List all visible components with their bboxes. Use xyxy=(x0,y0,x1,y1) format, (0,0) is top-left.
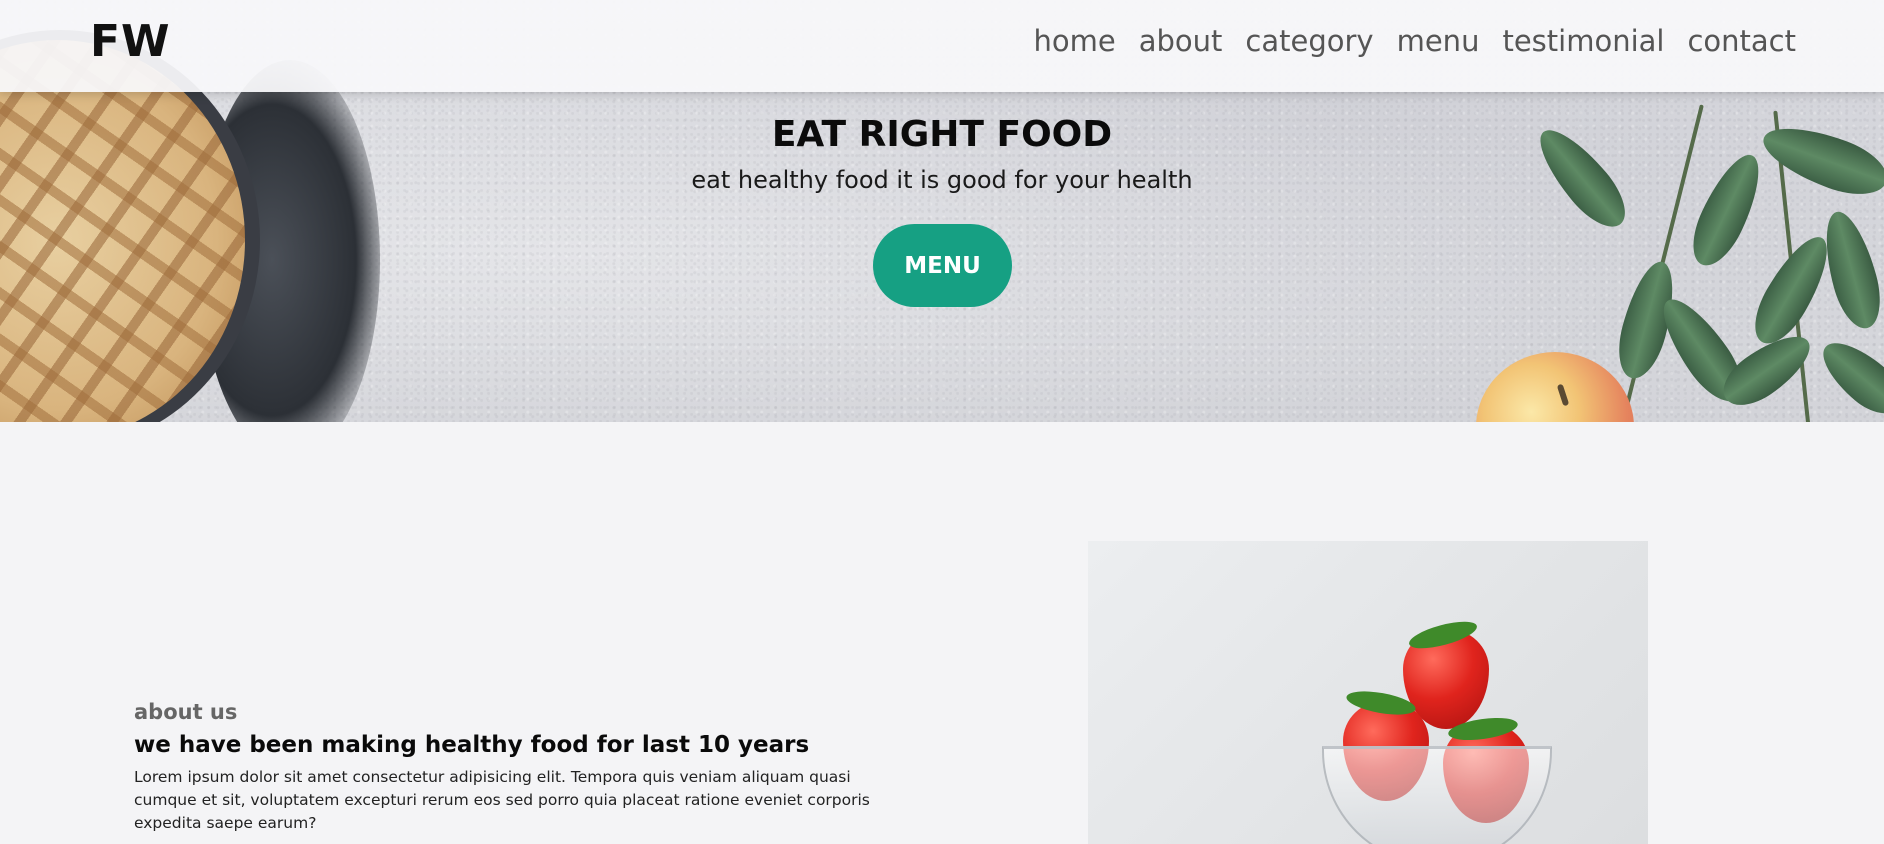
site-header: FW home about category menu testimonial … xyxy=(0,0,1884,92)
about-text: Lorem ipsum dolor sit amet consectetur a… xyxy=(134,768,870,832)
hero-title: EAT RIGHT FOOD xyxy=(771,114,1113,155)
nav-link-menu[interactable]: menu xyxy=(1397,24,1480,58)
nav-link-home[interactable]: home xyxy=(1034,24,1116,58)
about-label: about us xyxy=(134,700,238,724)
hero-subtitle: eat healthy food it is good for your hea… xyxy=(691,166,1193,194)
site-logo[interactable]: FW xyxy=(90,16,171,67)
about-heading: we have been making healthy food for las… xyxy=(134,732,810,758)
strawberries-image xyxy=(1088,541,1648,844)
nav-link-about[interactable]: about xyxy=(1139,24,1223,58)
main-nav: home about category menu testimonial con… xyxy=(1034,24,1796,58)
nav-link-contact[interactable]: contact xyxy=(1687,24,1796,58)
nav-link-category[interactable]: category xyxy=(1245,24,1373,58)
menu-button[interactable]: MENU xyxy=(873,224,1012,307)
nav-link-testimonial[interactable]: testimonial xyxy=(1502,24,1664,58)
